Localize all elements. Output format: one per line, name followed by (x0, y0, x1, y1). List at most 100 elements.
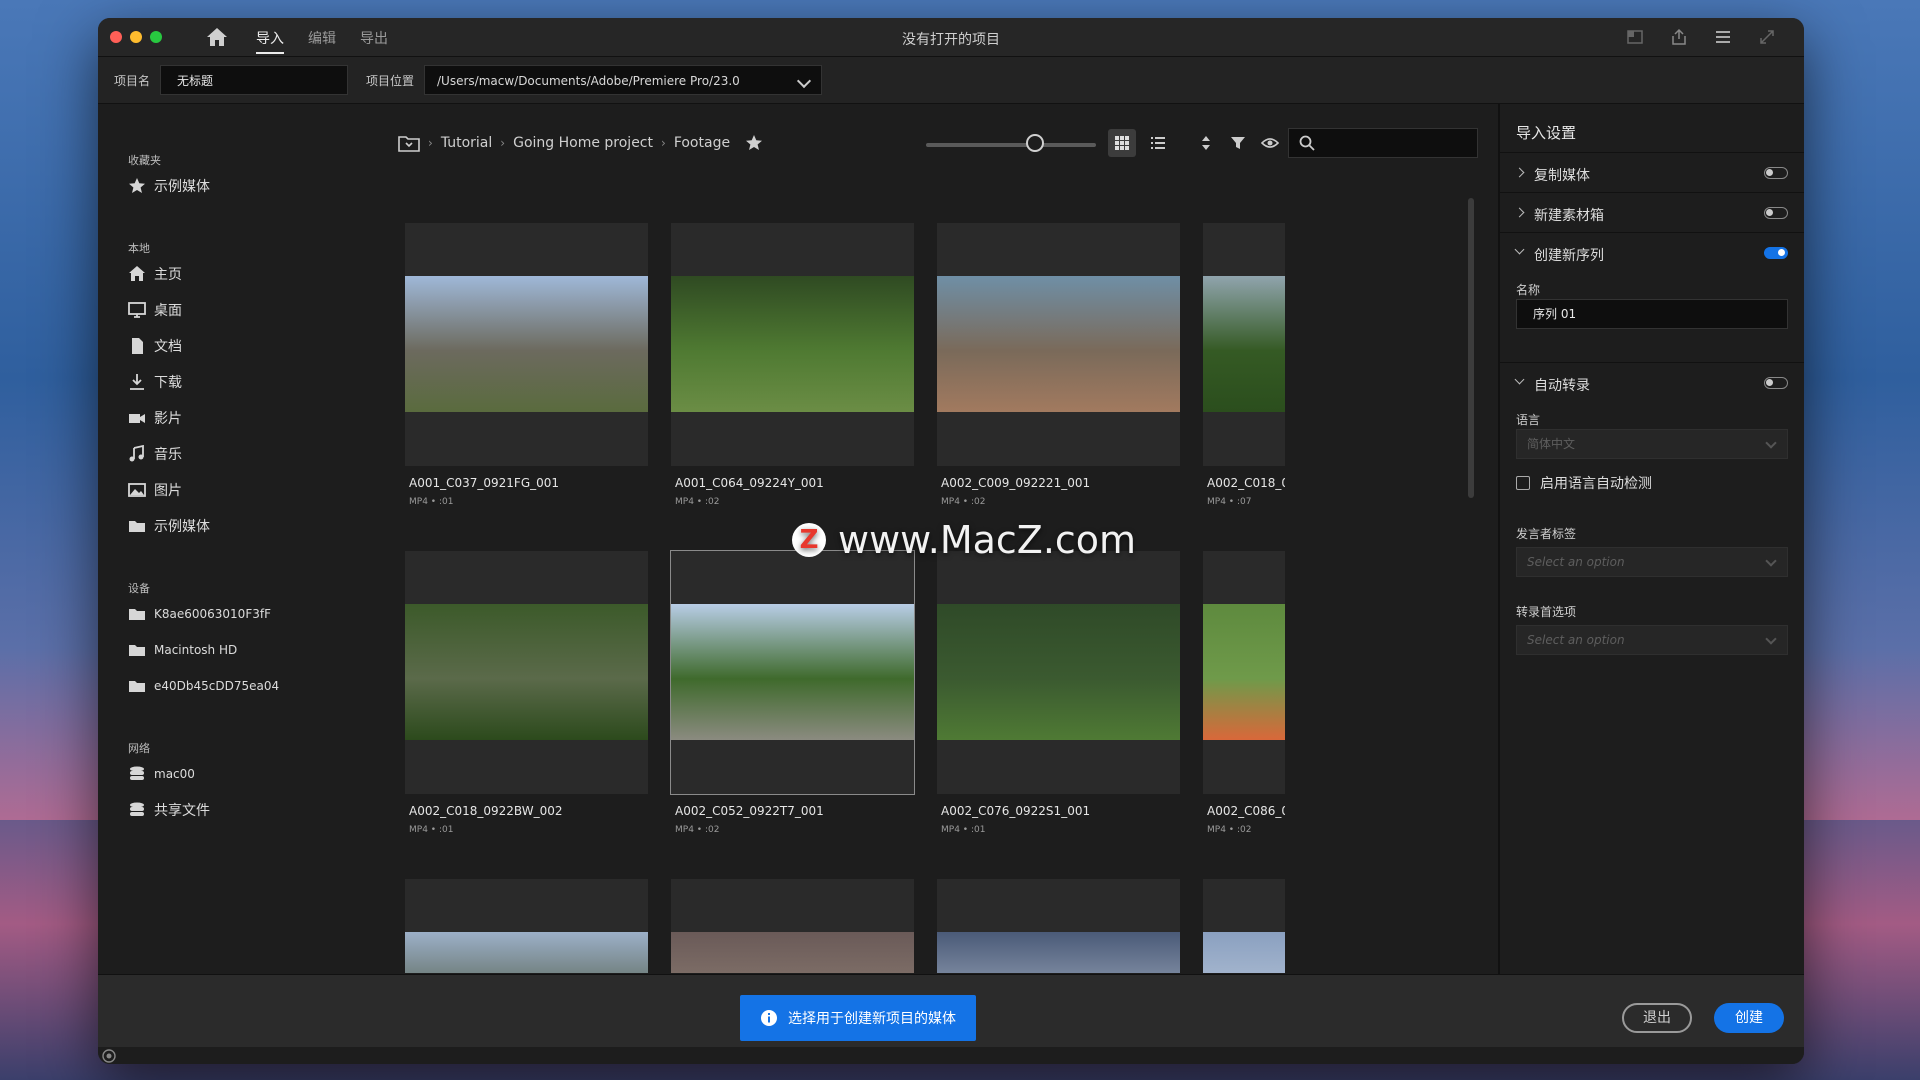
media-clip-card[interactable] (1203, 879, 1285, 973)
chevron-down-icon (1765, 555, 1777, 567)
copy-media-row[interactable]: 复制媒体 (1500, 152, 1804, 193)
new-bin-row[interactable]: 新建素材箱 (1500, 192, 1804, 233)
thumbnail-size-slider-handle[interactable] (1026, 134, 1044, 152)
breadcrumb-item-project[interactable]: Going Home project (513, 135, 653, 151)
chevron-right-icon (1514, 167, 1525, 178)
media-clip-card[interactable]: A002_C076_0922S1_001 MP4 • :01 (937, 551, 1180, 835)
sidebar-item-label: K8ae60063010F3fF (154, 607, 271, 621)
sort-button[interactable] (1192, 129, 1220, 157)
project-name-label: 项目名 (114, 74, 151, 88)
clip-thumbnail[interactable] (671, 223, 914, 466)
search-icon (1299, 135, 1315, 151)
transcribe-pref-select[interactable]: Select an option (1516, 625, 1788, 655)
copy-media-toggle[interactable] (1764, 167, 1788, 179)
workspace-icon[interactable] (1626, 28, 1644, 46)
sidebar-item-device-1[interactable]: K8ae60063010F3fF (128, 604, 271, 624)
auto-transcribe-label: 自动转录 (1534, 378, 1590, 394)
sidebar-item-sample-media-fav[interactable]: 示例媒体 (128, 176, 210, 196)
exit-button[interactable]: 退出 (1622, 1003, 1692, 1033)
fullscreen-icon[interactable] (1758, 28, 1776, 46)
auto-detect-checkbox[interactable]: 启用语言自动检测 (1516, 473, 1652, 493)
sidebar-item-mac00[interactable]: mac00 (128, 764, 195, 784)
sidebar-item-music[interactable]: 音乐 (128, 444, 182, 464)
clip-thumbnail[interactable] (671, 879, 914, 973)
clip-thumbnail[interactable] (937, 551, 1180, 794)
chevron-down-icon[interactable] (1514, 374, 1525, 385)
clip-name: A002_C076_0922S1_001 (941, 804, 1091, 818)
media-clip-card[interactable]: A002_C018_0922BW_001 MP4 • :07 (1203, 223, 1285, 507)
new-bin-toggle[interactable] (1764, 207, 1788, 219)
sidebar-item-home[interactable]: 主页 (128, 264, 182, 284)
media-clip-card[interactable]: A001_C037_0921FG_001 MP4 • :01 (405, 223, 648, 507)
sidebar-item-label: Macintosh HD (154, 643, 238, 657)
project-name-input[interactable]: 无标题 (160, 65, 348, 95)
clip-thumbnail[interactable] (405, 879, 648, 973)
media-clip-card[interactable]: A002_C086_09220G_001 MP4 • :02 (1203, 551, 1285, 835)
language-label: 语言 (1516, 413, 1541, 427)
sidebar-item-movies[interactable]: 影片 (128, 408, 182, 428)
clip-thumbnail[interactable] (1203, 223, 1285, 466)
thumbnail-size-slider[interactable] (926, 143, 1096, 147)
sidebar-item-label: mac00 (154, 767, 195, 781)
sidebar-item-macintosh-hd[interactable]: Macintosh HD (128, 640, 237, 660)
clip-thumbnail[interactable] (1203, 879, 1285, 973)
clip-name: A002_C018_0922BW_001 (1207, 476, 1285, 490)
checkbox-box[interactable] (1516, 476, 1530, 490)
media-clip-card[interactable]: A002_C009_092221_001 MP4 • :02 (937, 223, 1180, 507)
clip-name: A002_C052_0922T7_001 (675, 804, 824, 818)
filter-button[interactable] (1224, 129, 1252, 157)
media-clip-card[interactable] (405, 879, 648, 973)
sidebar-item-desktop[interactable]: 桌面 (128, 300, 182, 320)
panel-menu-icon[interactable] (1714, 28, 1732, 46)
clip-thumbnail[interactable] (405, 551, 648, 794)
clip-meta: MP4 • :02 (941, 497, 986, 507)
chevron-down-icon (1765, 633, 1777, 645)
breadcrumb-item-footage[interactable]: Footage (674, 135, 730, 151)
clip-thumbnail[interactable] (937, 223, 1180, 466)
clip-thumbnail[interactable] (1203, 551, 1285, 794)
create-button[interactable]: 创建 (1714, 1003, 1784, 1033)
speaker-select[interactable]: Select an option (1516, 547, 1788, 577)
media-clip-card[interactable] (937, 879, 1180, 973)
grid-scrollbar[interactable] (1468, 198, 1474, 498)
chevron-down-icon[interactable] (1514, 244, 1525, 255)
media-clip-card[interactable]: A002_C018_0922BW_002 MP4 • :01 (405, 551, 648, 835)
server-icon (130, 766, 144, 780)
desktop-icon (128, 302, 146, 318)
star-icon[interactable] (744, 134, 764, 152)
sidebar-item-pictures[interactable]: 图片 (128, 480, 182, 500)
project-location-select[interactable]: /Users/macw/Documents/Adobe/Premiere Pro… (424, 65, 822, 95)
media-grid: A001_C037_0921FG_001 MP4 • :01 A001_C064_0… (405, 203, 1285, 973)
sidebar-item-device-3[interactable]: e40Db45cDD75ea04 (128, 676, 279, 696)
sequence-name-input[interactable]: 序列 01 (1516, 299, 1788, 329)
clip-meta: MP4 • :01 (941, 825, 986, 835)
grid-view-button[interactable] (1108, 129, 1136, 157)
language-select[interactable]: 简体中文 (1516, 429, 1788, 459)
sidebar-item-shared-files[interactable]: 共享文件 (128, 800, 210, 820)
title-bar: 导入 编辑 导出 没有打开的项目 (98, 18, 1804, 57)
status-icon[interactable] (102, 1049, 116, 1063)
sidebar-item-documents[interactable]: 文档 (128, 336, 182, 356)
auto-transcribe-toggle[interactable] (1764, 377, 1788, 389)
media-clip-card[interactable]: A002_C052_0922T7_001 MP4 • :02 (670, 550, 915, 835)
breadcrumb-item-tutorial[interactable]: Tutorial (441, 135, 492, 151)
clip-thumbnail[interactable] (670, 550, 915, 795)
sidebar-item-label: 示例媒体 (154, 519, 210, 535)
home-icon (129, 266, 145, 281)
clip-thumbnail[interactable] (405, 223, 648, 466)
share-icon[interactable] (1670, 28, 1688, 46)
media-clip-card[interactable]: A001_C064_09224Y_001 MP4 • :02 (671, 223, 914, 507)
sidebar-item-label: 文档 (154, 339, 182, 355)
visibility-button[interactable] (1256, 129, 1284, 157)
folder-icon (129, 645, 145, 656)
folder-browse-icon[interactable] (398, 134, 420, 152)
media-clip-card[interactable] (671, 879, 914, 973)
sidebar-item-downloads[interactable]: 下载 (128, 372, 182, 392)
sidebar-item-sample-media[interactable]: 示例媒体 (128, 516, 210, 536)
search-input[interactable] (1288, 128, 1478, 158)
list-view-button[interactable] (1144, 129, 1172, 157)
sidebar: 收藏夹 示例媒体 本地 主页 桌面 文档 下载 影片 音乐 图片 示例媒体 设备… (98, 104, 320, 974)
create-sequence-toggle[interactable] (1764, 247, 1788, 259)
clip-thumbnail[interactable] (937, 879, 1180, 973)
sidebar-item-label: 示例媒体 (154, 179, 210, 195)
